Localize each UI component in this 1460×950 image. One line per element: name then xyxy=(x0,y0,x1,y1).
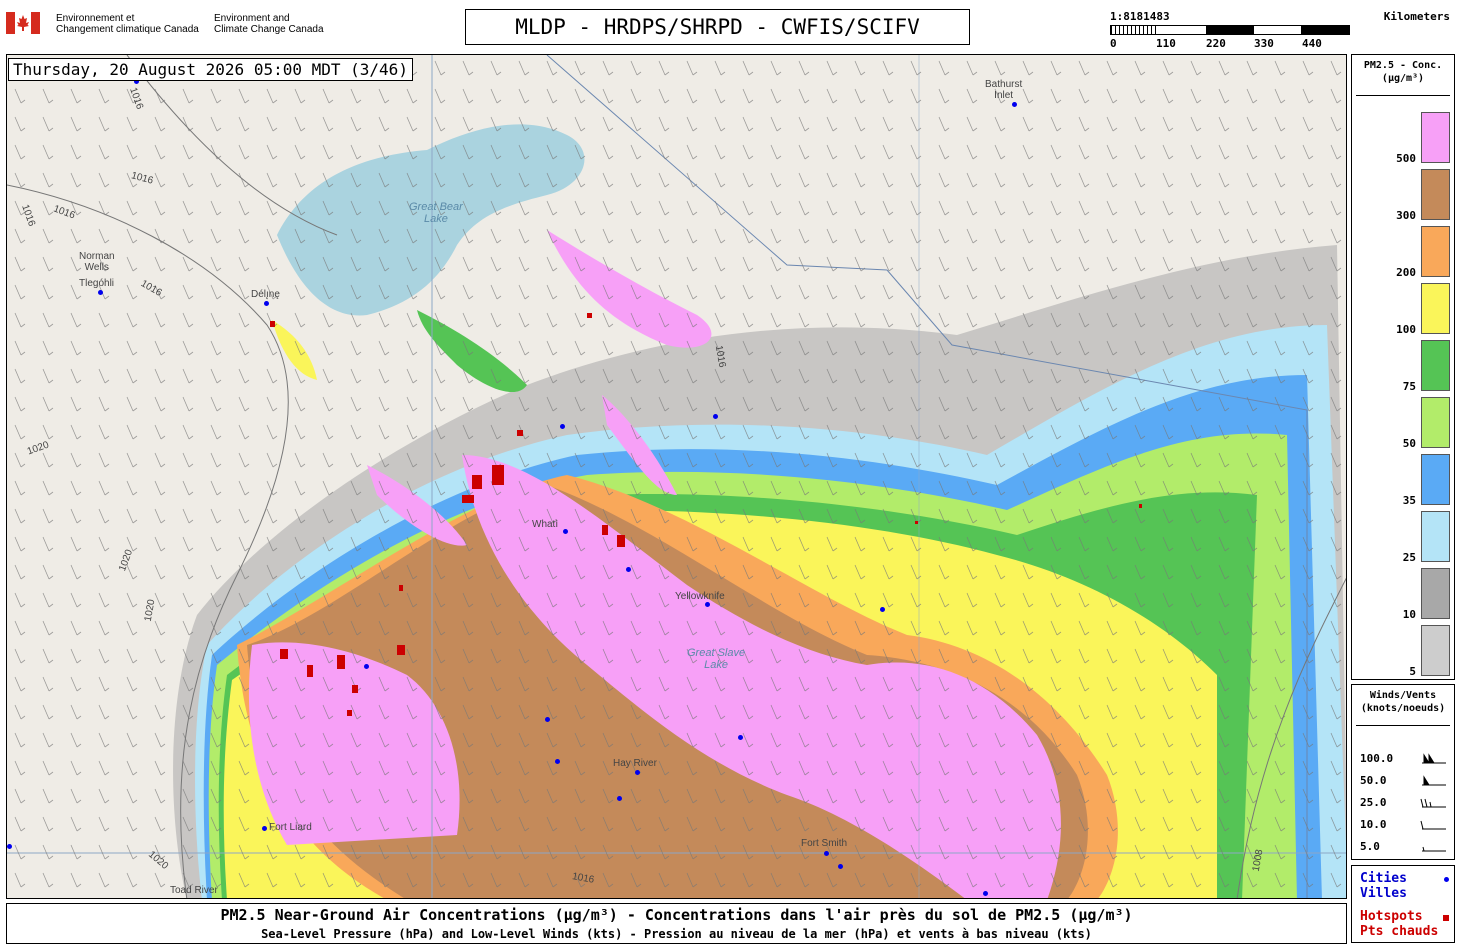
place-label-whati: Whatì xyxy=(532,519,559,530)
org-name-french: Environnement et Changement climatique C… xyxy=(56,13,199,35)
scale-bar xyxy=(1110,25,1350,35)
legend-swatch-label: 200 xyxy=(1396,266,1416,279)
scale-tick: 110 xyxy=(1156,37,1176,50)
city-marker xyxy=(824,851,829,856)
place-label-hay-river: Hay River xyxy=(613,758,657,769)
city-marker xyxy=(262,826,267,831)
legend-swatch xyxy=(1421,340,1450,391)
place-label-fort-smith: Fort Smith xyxy=(801,838,848,849)
map-svg xyxy=(7,55,1346,898)
legend-swatch xyxy=(1421,511,1450,562)
legend-swatch-label: 50 xyxy=(1402,437,1416,450)
city-marker xyxy=(838,864,843,869)
wind-barb-icon xyxy=(1420,820,1446,830)
legend-swatch xyxy=(1421,283,1450,334)
city-marker xyxy=(705,602,710,607)
city-marker xyxy=(880,607,885,612)
legend-swatch xyxy=(1421,454,1450,505)
footer-caption: PM2.5 Near-Ground Air Concentrations (µg… xyxy=(6,903,1347,944)
wind-barb-icon xyxy=(1420,798,1446,808)
page-title: MLDP - HRDPS/SHRPD - CWFIS/SCIFV xyxy=(465,9,970,45)
legend-swatch-label: 25 xyxy=(1402,551,1416,564)
caption-line-2: Sea-Level Pressure (hPa) and Low-Level W… xyxy=(261,927,1092,941)
place-label-bathurst-inlet: Bathurst Inlet xyxy=(985,79,1023,101)
city-marker xyxy=(713,414,718,419)
legend-swatch-label: 500 xyxy=(1396,152,1416,165)
legend-swatch xyxy=(1421,397,1450,448)
cities-label-fr: Villes xyxy=(1360,886,1407,901)
wind-legend: Winds/Vents (knots/noeuds) 100.0 50.0 25… xyxy=(1351,684,1455,860)
city-dot-icon xyxy=(1444,877,1449,882)
legend-swatch-label: 35 xyxy=(1402,494,1416,507)
legend-swatch-label: 100 xyxy=(1396,323,1416,336)
scale-unit: Kilometers xyxy=(1383,10,1450,23)
city-marker xyxy=(635,770,640,775)
org-name-english: Environment and Climate Change Canada xyxy=(214,13,324,35)
wind-level-label: 10.0 xyxy=(1360,818,1387,831)
city-marker xyxy=(983,891,988,896)
hotspots-label-en: Hotspots xyxy=(1360,909,1423,924)
hotspot-square-icon xyxy=(1443,915,1449,921)
scale-tick: 0 xyxy=(1110,37,1117,50)
divider xyxy=(1356,95,1450,96)
city-marker xyxy=(98,290,103,295)
legend-swatch xyxy=(1421,568,1450,619)
points-legend: Cities Villes Hotspots Pts chauds xyxy=(1351,865,1455,943)
legend-swatch-label: 10 xyxy=(1402,608,1416,621)
scale-tick: 330 xyxy=(1254,37,1274,50)
city-marker xyxy=(626,567,631,572)
caption-line-1: PM2.5 Near-Ground Air Concentrations (µg… xyxy=(220,906,1133,924)
wind-level-label: 5.0 xyxy=(1360,840,1380,853)
city-marker xyxy=(563,529,568,534)
legend-swatch xyxy=(1421,112,1450,163)
divider xyxy=(1356,725,1450,726)
water-label-great-bear-lake: Great Bear Lake xyxy=(409,201,463,225)
wind-barb-icon xyxy=(1422,753,1446,764)
wind-level-label: 50.0 xyxy=(1360,774,1387,787)
city-marker xyxy=(555,759,560,764)
wind-barb-icon xyxy=(1422,775,1446,786)
map-canvas[interactable]: Bathurst Inlet Norman Wells Tlegóhli Dél… xyxy=(6,54,1347,899)
place-label-toad-river: Toad River xyxy=(170,885,218,896)
water-label-great-slave-lake: Great Slave Lake xyxy=(687,647,746,671)
city-marker xyxy=(364,664,369,669)
legend-swatch-label: 75 xyxy=(1402,380,1416,393)
city-marker xyxy=(264,301,269,306)
forecast-timestamp: Thursday, 20 August 2026 05:00 MDT (3/46… xyxy=(8,58,413,81)
scale-tick: 440 xyxy=(1302,37,1322,50)
scale-ratio: 1:8181483 xyxy=(1110,10,1170,23)
city-marker xyxy=(7,844,12,849)
city-marker xyxy=(1012,102,1017,107)
canada-flag-icon xyxy=(6,12,40,34)
place-label-norman-wells: Norman Wells xyxy=(79,251,115,273)
place-label-tlegohli: Tlegóhli xyxy=(79,278,115,289)
city-marker xyxy=(617,796,622,801)
city-marker xyxy=(545,717,550,722)
hotspots-label-fr: Pts chauds xyxy=(1360,924,1439,939)
city-marker xyxy=(738,735,743,740)
wind-barb-icon xyxy=(1422,846,1446,852)
wind-level-label: 25.0 xyxy=(1360,796,1387,809)
city-marker xyxy=(560,424,565,429)
place-label-yellowknife: Yellowknife xyxy=(675,591,725,602)
wind-level-label: 100.0 xyxy=(1360,752,1394,765)
scale-tick: 220 xyxy=(1206,37,1226,50)
legend-swatch-label: 5 xyxy=(1409,665,1416,678)
scale-bar-widget: 1:8181483 Kilometers 0 110 220 330 440 xyxy=(1110,10,1450,50)
concentration-legend: PM2.5 - Conc. (µg/m³) 500 300 200 100 75 50 35… xyxy=(1351,54,1455,680)
legend-swatch-label: 300 xyxy=(1396,209,1416,222)
place-label-fort-liard: Fort Liard xyxy=(269,822,312,833)
wind-barbs-layer xyxy=(7,55,1346,898)
cities-label-en: Cities xyxy=(1360,871,1407,886)
legend-swatch xyxy=(1421,169,1450,220)
legend-swatch xyxy=(1421,625,1450,676)
place-label-deline: Délı̨nę xyxy=(251,289,280,300)
legend-swatch xyxy=(1421,226,1450,277)
legend-title: Winds/Vents (knots/noeuds) xyxy=(1360,690,1446,714)
legend-title: PM2.5 - Conc. (µg/m³) xyxy=(1363,60,1443,84)
